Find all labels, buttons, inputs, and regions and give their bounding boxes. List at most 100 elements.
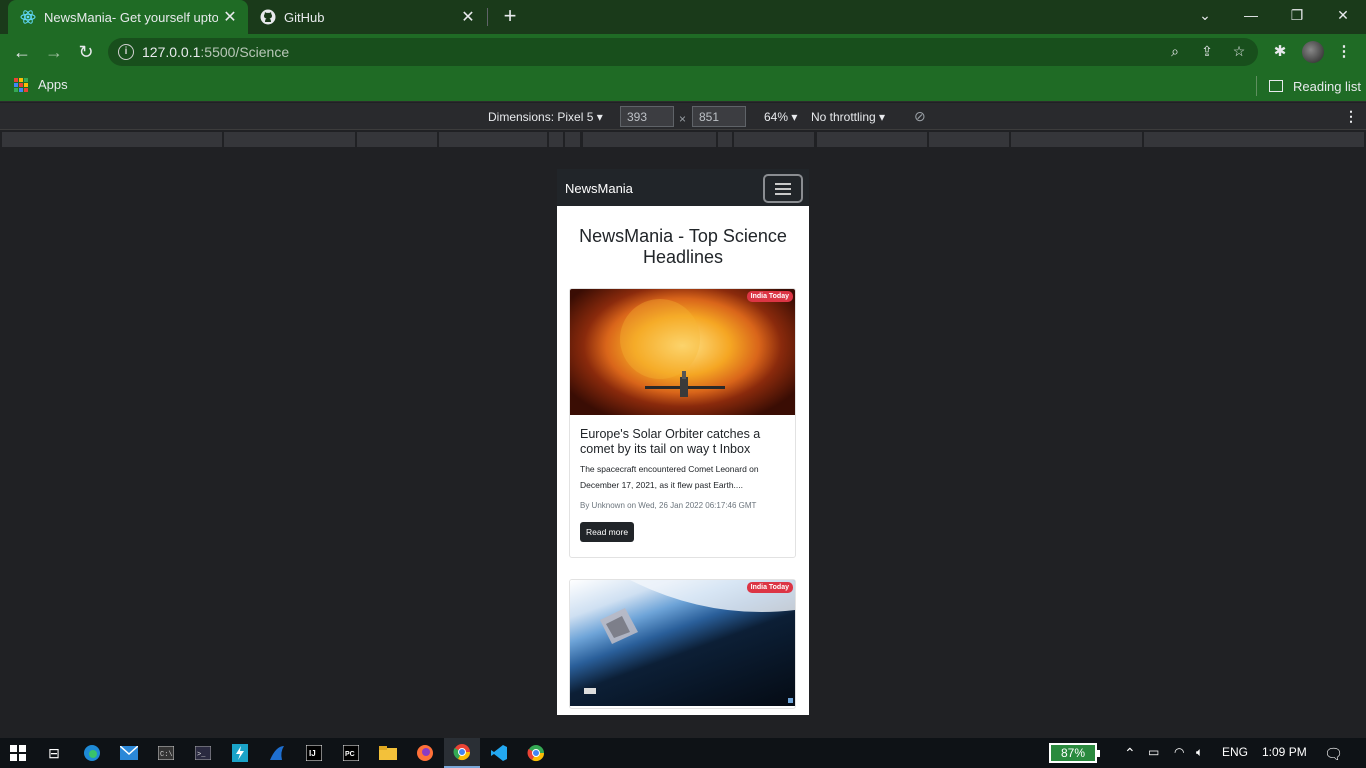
ide-shark-icon[interactable] (259, 738, 295, 768)
card-description: The spacecraft encountered Comet Leonard… (580, 464, 759, 490)
ruler-segment[interactable] (1011, 132, 1142, 147)
throttling-value: No throttling (811, 110, 876, 124)
vscode-icon[interactable] (481, 738, 517, 768)
command-prompt-icon[interactable]: C:\ (148, 738, 184, 768)
terminal-icon[interactable]: >_ (185, 738, 221, 768)
viewport-height-input[interactable]: 851 (692, 106, 746, 127)
site-info-icon[interactable]: i (118, 44, 134, 60)
telescope-image: India Today (570, 580, 795, 706)
ruler-segment[interactable] (718, 132, 732, 147)
clock[interactable]: 1:09 PM (1262, 745, 1307, 759)
apps-shortcut[interactable]: Apps (14, 77, 68, 92)
close-tab-icon[interactable]: ✕ (456, 7, 480, 27)
device-dimensions-dropdown[interactable]: Dimensions: Pixel 5 ▾ (488, 110, 603, 124)
ruler-segment[interactable] (439, 132, 547, 147)
news-card: India Today Europe's Solar Orbiter catch… (569, 288, 796, 558)
address-bar[interactable]: i 127.0.0.1:5500/Science ⌕ ⇪ ☆ (108, 38, 1258, 66)
ruler-segment[interactable] (1144, 132, 1364, 147)
tab-newsmania[interactable]: NewsMania- Get yourself uptoda ✕ (8, 0, 248, 34)
viewport-width-input[interactable]: 393 (620, 106, 674, 127)
hamburger-icon (775, 183, 791, 185)
svg-text:PC: PC (345, 751, 355, 758)
volume-icon[interactable]: 🔈︎ (1196, 745, 1203, 760)
throttling-dropdown[interactable]: No throttling ▾ (811, 110, 885, 124)
svg-text:>_: >_ (197, 751, 206, 759)
bookmark-star-icon[interactable]: ☆ (1230, 43, 1248, 61)
zoom-value: 64% (764, 110, 789, 124)
pycharm-icon[interactable]: PC (333, 738, 369, 768)
hamburger-icon-line (775, 188, 791, 190)
navbar-brand[interactable]: NewsMania (565, 181, 633, 196)
tab-title: GitHub (284, 9, 325, 25)
device-toolbar-menu-icon[interactable]: ⋮ (1344, 108, 1358, 125)
chrome-taskbar-icon[interactable] (444, 738, 480, 768)
notifications-icon[interactable]: 🗨︎ (1324, 745, 1343, 763)
solar-orbiter-image: India Today (570, 289, 795, 415)
svg-text:C:\: C:\ (160, 751, 173, 759)
dimension-times: × (679, 112, 687, 126)
new-tab-button[interactable]: + (498, 5, 522, 29)
share-icon[interactable]: ⇪ (1198, 43, 1216, 61)
close-tab-icon[interactable]: ✕ (218, 7, 242, 27)
intellij-icon[interactable]: IJ (296, 738, 332, 768)
navbar-toggler-button[interactable] (763, 174, 803, 203)
tab-strip: NewsMania- Get yourself uptoda ✕ GitHub … (0, 0, 1366, 34)
forward-button[interactable]: → (40, 38, 68, 66)
read-more-button[interactable]: Read more (580, 522, 635, 542)
language-indicator[interactable]: ENG (1222, 745, 1248, 759)
tab-search-icon[interactable]: ⌄ (1182, 0, 1228, 30)
reading-list-label: Reading list (1293, 78, 1361, 94)
reload-button[interactable]: ↻ (72, 38, 100, 66)
url-host: 127.0.0.1 (142, 44, 201, 60)
device-viewport: NewsMania NewsMania - Top Science Headli… (557, 169, 809, 715)
ruler-segment[interactable] (734, 132, 814, 147)
card-title: Europe's Solar Orbiter catches a comet b… (580, 427, 761, 456)
task-view-icon[interactable]: ⊟ (36, 738, 72, 768)
ruler-segment[interactable] (565, 132, 580, 147)
profile-avatar[interactable] (1302, 41, 1324, 63)
bolt-app-icon[interactable] (222, 738, 258, 768)
card-body: Europe's Solar Orbiter catches a comet b… (570, 415, 795, 552)
edge-icon[interactable] (74, 738, 110, 768)
battery-saver-icon[interactable]: ▭ (1148, 745, 1159, 759)
source-badge: India Today (746, 291, 793, 302)
menu-kebab-icon[interactable]: ⋮ (1334, 42, 1354, 62)
device-toolbar: Dimensions: Pixel 5 ▾ 393 × 851 64% ▾ No… (0, 103, 1366, 130)
zoom-dropdown[interactable]: 64% ▾ (764, 110, 797, 124)
svg-text:IJ: IJ (309, 749, 316, 758)
react-icon (20, 9, 36, 25)
url-text[interactable]: 127.0.0.1:5500/Science (142, 44, 289, 60)
ruler-segment[interactable] (817, 132, 927, 147)
browser-toolbar: ← → ↻ i 127.0.0.1:5500/Science ⌕ ⇪ ☆ ✱ ⋮ (0, 34, 1366, 70)
tab-title: NewsMania- Get yourself uptoda (44, 9, 218, 25)
ruler-segment[interactable] (929, 132, 1009, 147)
spacecraft-illustration (620, 299, 725, 397)
wifi-icon[interactable]: ◠ (1174, 745, 1184, 759)
news-card: India Today (569, 579, 796, 709)
ruler-segment[interactable] (357, 132, 437, 147)
tab-github[interactable]: GitHub ✕ (250, 0, 486, 34)
reading-list-icon (1269, 80, 1283, 92)
windows-start-icon[interactable] (0, 738, 36, 768)
minimize-button[interactable]: — (1228, 0, 1274, 30)
firefox-icon[interactable] (407, 738, 443, 768)
apps-label: Apps (38, 77, 68, 92)
chrome-canary-icon[interactable] (518, 738, 554, 768)
back-button[interactable]: ← (8, 38, 36, 66)
extensions-icon[interactable]: ✱ (1270, 42, 1290, 62)
ruler-segment[interactable] (2, 132, 222, 147)
ruler-segment[interactable] (583, 132, 716, 147)
rotate-icon[interactable]: ⊘ (914, 108, 926, 125)
battery-indicator[interactable]: 87% (1049, 743, 1100, 763)
reading-list-button[interactable]: Reading list (1256, 76, 1361, 96)
url-path: :5500/Science (200, 44, 290, 60)
telescope-illustration (584, 580, 795, 703)
restore-button[interactable]: ❐ (1274, 0, 1320, 30)
ruler-segment[interactable] (549, 132, 563, 147)
ruler-segment[interactable] (224, 132, 355, 147)
close-window-button[interactable]: ✕ (1320, 0, 1366, 30)
file-explorer-icon[interactable] (370, 738, 406, 768)
show-hidden-icons-chevron-icon[interactable]: ⌃ (1124, 745, 1136, 762)
zoom-icon[interactable]: ⌕ (1166, 43, 1184, 61)
mail-icon[interactable] (111, 738, 147, 768)
